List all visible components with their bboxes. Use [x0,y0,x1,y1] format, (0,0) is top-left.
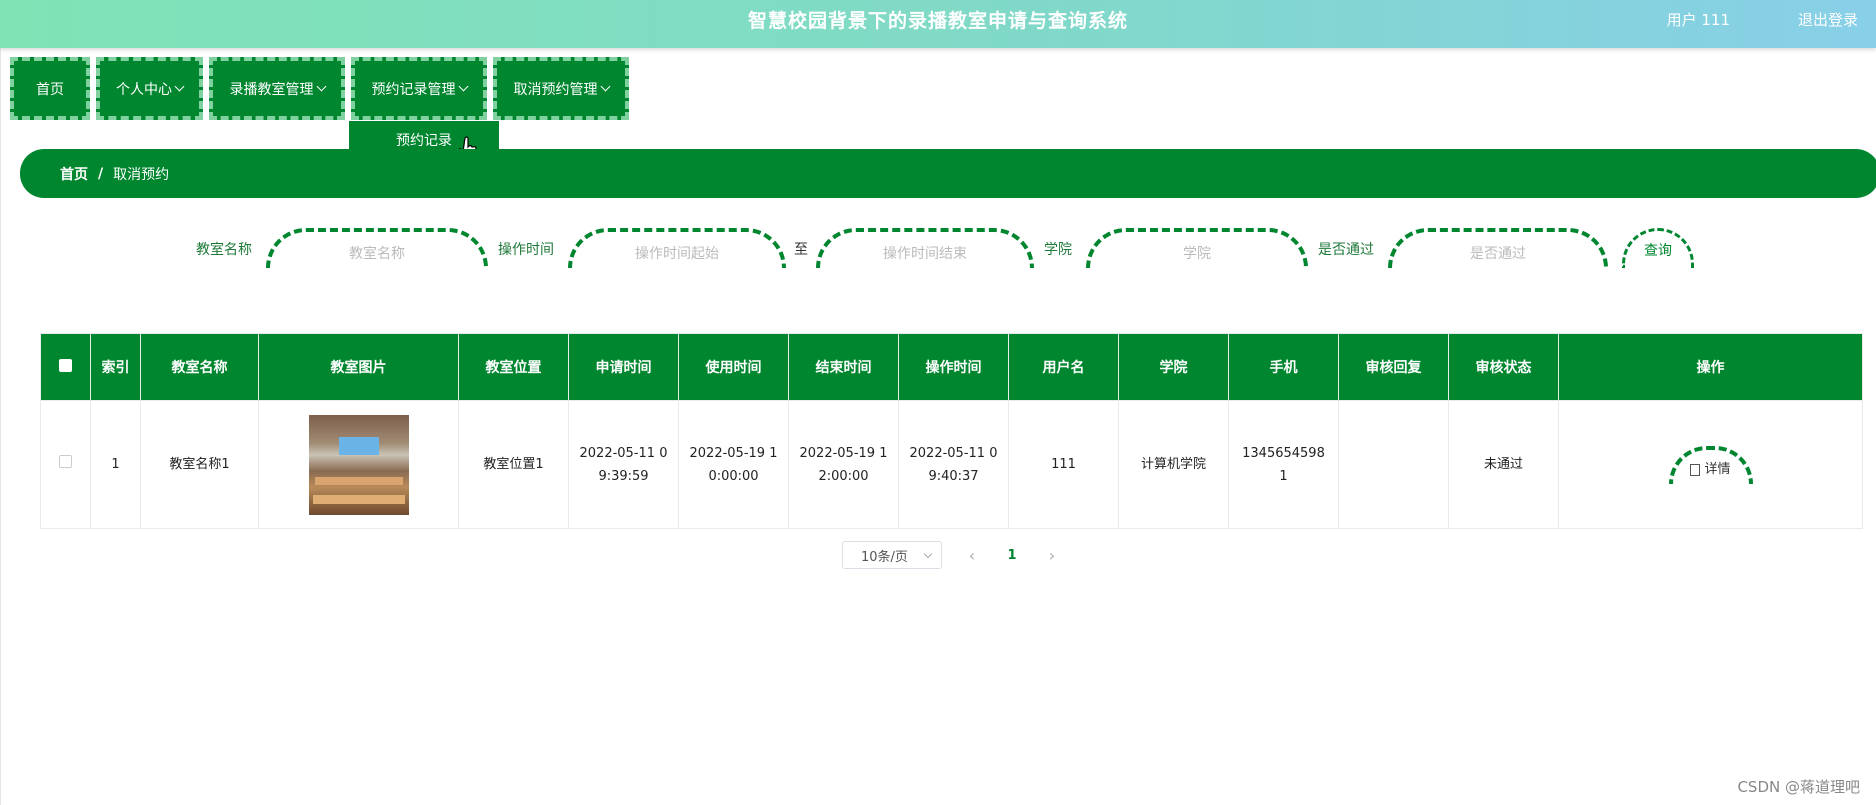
app-title: 智慧校园背景下的录播教室申请与查询系统 [747,10,1128,32]
col-header-reply: 审核回复 [1338,333,1449,401]
cell-name: 教室名称1 [140,400,259,529]
cell-reply [1338,400,1449,529]
nav-booking-records[interactable]: 预约记录管理 [351,57,487,120]
nav-personal-center-label: 个人中心 [116,81,172,98]
col-header-status: 审核状态 [1448,333,1559,401]
logout-link[interactable]: 退出登录 [1798,9,1858,30]
classroom-image[interactable] [308,414,409,515]
breadcrumb: 首页 / 取消预约 [20,149,1876,198]
col-header-phone: 手机 [1228,333,1339,401]
classroom-name-input[interactable]: 教室名称 [266,228,488,268]
prev-page-button[interactable]: ‹ [952,546,992,565]
nav-classroom-management-label: 录播教室管理 [229,81,314,98]
next-page-button[interactable]: › [1032,546,1072,565]
query-button[interactable]: 查询 [1622,228,1694,268]
nav-home[interactable]: 首页 [10,57,90,120]
col-header-use-time: 使用时间 [678,333,789,401]
college-input[interactable]: 学院 [1086,228,1308,268]
main-nav: 首页 个人中心 录播教室管理 预约记录管理 取消预约管理 [10,57,629,120]
search-form: 教室名称 教室名称 操作时间 操作时间起始 至 操作时间结束 学院 学院 是否通… [0,228,1876,268]
nav-home-label: 首页 [36,81,64,98]
page-left-border [0,48,1,805]
passed-label: 是否通过 [1318,242,1374,258]
cell-username: 111 [1008,400,1119,529]
table-row: 1 教室名称1 教室位置1 2022-05-11 09:39:59 2022-0… [40,400,1863,529]
detail-button-label: 详情 [1704,462,1731,477]
breadcrumb-separator: / [98,165,104,182]
row-select-cell [40,400,91,529]
records-table: 索引 教室名称 教室图片 教室位置 申请时间 使用时间 结束时间 操作时间 用户… [40,333,1863,529]
user-label: 用户 111 [1666,11,1730,29]
chevron-down-icon [600,81,610,92]
chevron-down-icon [316,81,326,92]
cell-end-time: 2022-05-19 12:00:00 [788,400,899,529]
col-header-location: 教室位置 [458,333,569,401]
cell-phone: 13456545981 [1228,400,1339,529]
cell-apply-time: 2022-05-11 09:39:59 [568,400,679,529]
nav-cancel-booking-label: 取消预约管理 [513,81,598,98]
top-header: 智慧校园背景下的录播教室申请与查询系统 用户 111 退出登录 [0,0,1876,48]
col-header-username: 用户名 [1008,333,1119,401]
col-header-apply-time: 申请时间 [568,333,679,401]
chevron-down-icon [458,81,468,92]
pagination: 10条/页 ‹ 1 › [842,541,1072,569]
nav-classroom-management[interactable]: 录播教室管理 [209,57,345,120]
cell-action: 详情 [1558,400,1863,529]
detail-button[interactable]: 详情 [1668,445,1753,484]
watermark: CSDN @蒋道理吧 [1737,778,1860,796]
chevron-down-icon [174,81,185,92]
cell-college: 计算机学院 [1118,400,1229,529]
document-icon [1690,463,1701,476]
nav-personal-center[interactable]: 个人中心 [96,57,203,120]
cell-location: 教室位置1 [458,400,569,529]
select-all-checkbox[interactable] [59,358,72,372]
range-to-label: 至 [794,242,808,258]
page-number-current[interactable]: 1 [992,548,1032,563]
table-header-row: 索引 教室名称 教室图片 教室位置 申请时间 使用时间 结束时间 操作时间 用户… [40,333,1863,401]
college-label: 学院 [1044,242,1072,258]
nav-booking-records-label: 预约记录管理 [371,81,456,98]
breadcrumb-home[interactable]: 首页 [60,164,88,184]
passed-select[interactable]: 是否通过 [1388,228,1608,268]
col-header-name: 教室名称 [140,333,259,401]
cell-status: 未通过 [1448,400,1559,529]
select-all-header[interactable] [40,333,91,401]
classroom-image-desks [314,476,403,485]
cell-image [258,400,459,529]
op-time-start-input[interactable]: 操作时间起始 [568,228,786,268]
classroom-name-label: 教室名称 [196,242,252,258]
op-time-end-input[interactable]: 操作时间结束 [816,228,1034,268]
cell-op-time: 2022-05-11 09:40:37 [898,400,1009,529]
nav-cancel-booking[interactable]: 取消预约管理 [493,57,629,120]
page-size-value: 10条/页 [861,549,908,565]
col-header-op-time: 操作时间 [898,333,1009,401]
row-checkbox[interactable] [59,455,72,468]
chevron-down-icon [923,549,933,559]
col-header-college: 学院 [1118,333,1229,401]
col-header-action: 操作 [1558,333,1863,401]
cell-use-time: 2022-05-19 10:00:00 [678,400,789,529]
page-size-select[interactable]: 10条/页 [842,541,942,569]
col-header-index: 索引 [90,333,141,401]
cell-index: 1 [90,400,141,529]
col-header-end-time: 结束时间 [788,333,899,401]
op-time-label: 操作时间 [498,242,554,258]
classroom-image-desks [312,494,405,504]
classroom-image-screen [338,436,379,455]
col-header-image: 教室图片 [258,333,459,401]
breadcrumb-current: 取消预约 [113,166,170,183]
